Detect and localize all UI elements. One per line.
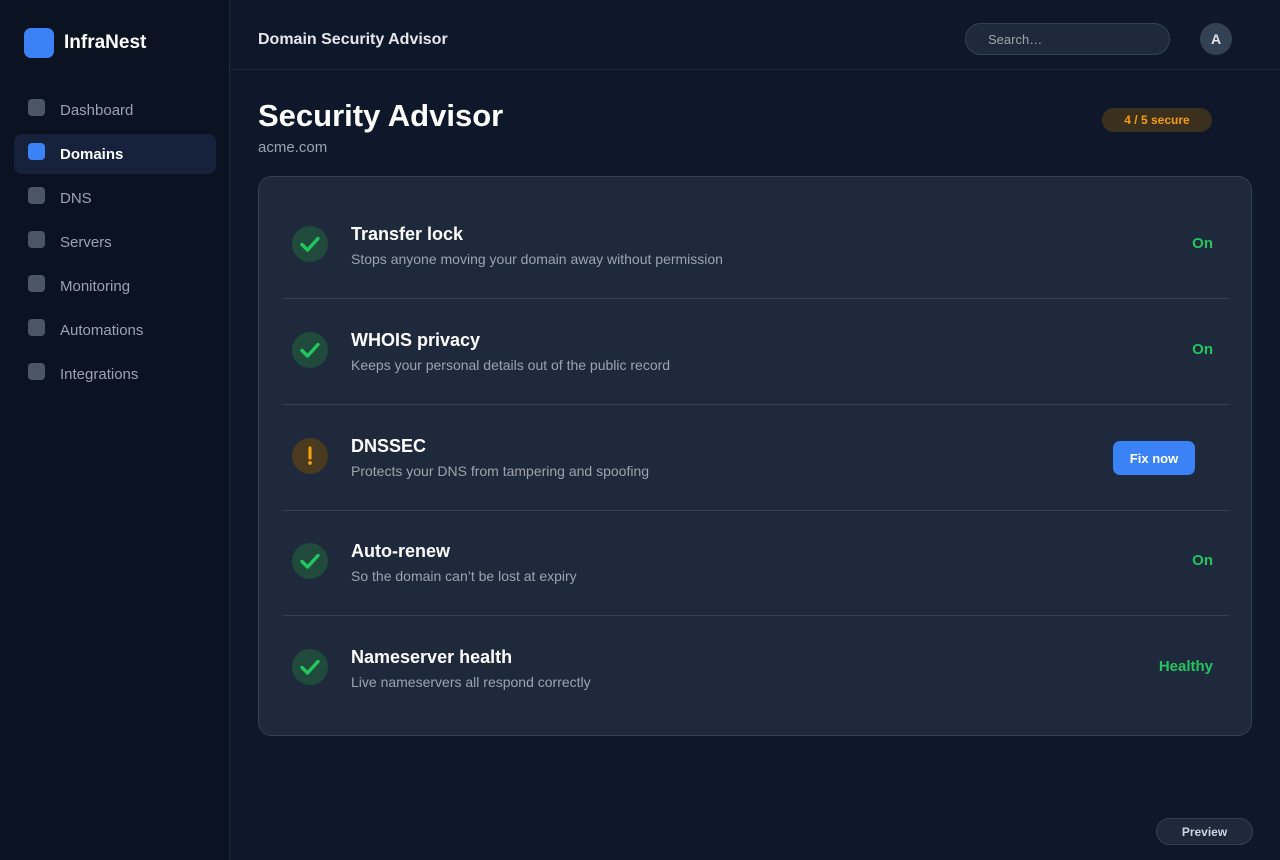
- check-description: So the domain can’t be lost at expiry: [351, 568, 577, 584]
- sidebar-item-automations[interactable]: Automations: [14, 310, 216, 350]
- sidebar-item-dns[interactable]: DNS: [14, 178, 216, 218]
- sidebar-item-label: Dashboard: [60, 101, 134, 119]
- check-icon: [292, 332, 328, 368]
- status-badge: 4 / 5 secure: [1102, 108, 1212, 132]
- sidebar: InfraNest Dashboard Domains DNS Servers …: [0, 0, 230, 860]
- dashboard-icon: [28, 98, 45, 116]
- check-icon: [292, 226, 328, 262]
- check-title: Nameserver health: [351, 647, 513, 667]
- sidebar-item-label: Integrations: [60, 365, 139, 383]
- check-description: Stops anyone moving your domain away wit…: [351, 251, 723, 267]
- check-description: Protects your DNS from tampering and spo…: [351, 463, 650, 479]
- sidebar-item-label: Monitoring: [60, 277, 131, 295]
- sidebar-item-dashboard[interactable]: Dashboard: [14, 90, 216, 130]
- security-checks-card: Transfer lock Stops anyone moving your d…: [258, 176, 1252, 736]
- check-row-dnssec: DNSSEC Protects your DNS from tampering …: [283, 405, 1229, 511]
- check-status: On: [1192, 552, 1213, 569]
- search-input[interactable]: [965, 23, 1170, 55]
- domains-icon: [28, 142, 45, 160]
- check-icon: [292, 649, 328, 685]
- check-row-transfer-lock: Transfer lock Stops anyone moving your d…: [283, 193, 1229, 299]
- domain-name: acme.com: [258, 139, 328, 156]
- top-bar: Domain Security Advisor A: [231, 0, 1280, 70]
- dns-icon: [28, 186, 45, 204]
- check-title: DNSSEC: [351, 436, 427, 456]
- monitoring-icon: [28, 274, 45, 292]
- sidebar-item-label: Servers: [60, 233, 112, 251]
- check-row-whois-privacy: WHOIS privacy Keeps your personal detail…: [283, 299, 1229, 405]
- logo-icon: [24, 28, 54, 58]
- check-description: Keeps your personal details out of the p…: [351, 357, 671, 373]
- check-status: Healthy: [1158, 658, 1213, 675]
- brand[interactable]: InfraNest: [24, 28, 146, 58]
- sidebar-item-label: Automations: [60, 321, 144, 339]
- sidebar-item-label: Domains: [60, 145, 124, 163]
- check-title: Auto-renew: [351, 541, 450, 561]
- check-status: On: [1192, 235, 1213, 252]
- fix-now-button[interactable]: Fix now: [1113, 441, 1195, 475]
- check-title: Transfer lock: [351, 224, 464, 244]
- sidebar-item-label: DNS: [60, 189, 92, 207]
- avatar[interactable]: A: [1200, 23, 1232, 55]
- sidebar-item-domains[interactable]: Domains: [14, 134, 216, 174]
- sidebar-nav: Dashboard Domains DNS Servers Monitoring…: [14, 90, 216, 398]
- check-icon: [292, 543, 328, 579]
- check-row-nameserver-health: Nameserver health Live nameservers all r…: [283, 616, 1229, 722]
- header-title: Domain Security Advisor: [258, 31, 448, 48]
- sidebar-item-monitoring[interactable]: Monitoring: [14, 266, 216, 306]
- integrations-icon: [28, 362, 45, 380]
- sidebar-item-servers[interactable]: Servers: [14, 222, 216, 262]
- page-title: Security Advisor: [258, 98, 504, 133]
- servers-icon: [28, 230, 45, 248]
- preview-button[interactable]: Preview: [1156, 818, 1253, 845]
- check-description: Live nameservers all respond correctly: [351, 674, 591, 690]
- check-status: On: [1192, 341, 1213, 358]
- sidebar-item-integrations[interactable]: Integrations: [14, 354, 216, 394]
- app-name: InfraNest: [64, 32, 147, 53]
- warning-icon: [292, 438, 328, 474]
- automations-icon: [28, 318, 45, 336]
- check-row-auto-renew: Auto-renew So the domain can’t be lost a…: [283, 510, 1229, 616]
- check-title: WHOIS privacy: [351, 330, 481, 350]
